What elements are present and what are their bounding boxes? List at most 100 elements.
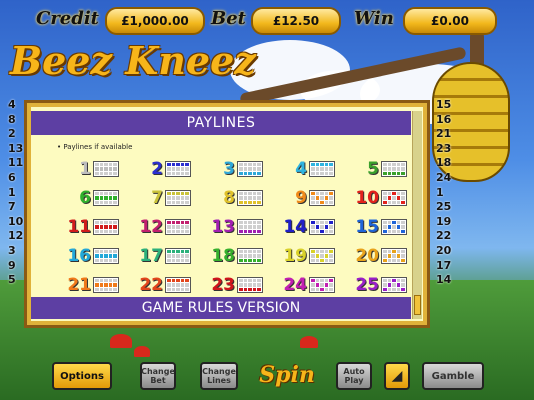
payline-number: 8	[8, 112, 16, 126]
payline-item: 5	[345, 157, 417, 181]
auto-play-button[interactable]: Auto Play	[336, 362, 372, 390]
left-payline-numbers: 4 8 2 13 11 6 1 7 10 12 3 9 5	[8, 98, 23, 288]
bet-value: £12.50	[251, 7, 341, 35]
payline-number: 18	[436, 156, 452, 170]
payline-item: 22	[129, 273, 201, 297]
sound-button[interactable]: ◢	[384, 362, 410, 390]
payline-number: 2	[8, 127, 16, 141]
payline-pattern-icon	[381, 161, 407, 177]
payline-number: 3	[8, 243, 16, 257]
credit-value: £1,000.00	[105, 7, 205, 35]
payline-pattern-icon	[93, 190, 119, 206]
change-bet-label: Change Bet	[141, 367, 175, 385]
speaker-icon: ◢	[391, 368, 403, 384]
payline-number-label: 12	[139, 217, 163, 237]
payline-number-label: 16	[67, 246, 91, 266]
spin-button[interactable]: Spin	[254, 358, 320, 392]
payline-item: 13	[201, 215, 273, 239]
mushroom	[134, 346, 150, 357]
panel-footer: GAME RULES VERSION	[31, 297, 411, 319]
payline-pattern-icon	[165, 161, 191, 177]
scrollbar[interactable]	[412, 111, 422, 319]
payline-number: 7	[8, 200, 16, 214]
payline-number: 13	[8, 141, 24, 155]
payline-number-label: 2	[151, 159, 163, 179]
options-button[interactable]: Options	[52, 362, 112, 390]
payline-number: 1	[8, 185, 16, 199]
change-bet-button[interactable]: Change Bet	[140, 362, 176, 390]
payline-pattern-icon	[237, 248, 263, 264]
payline-number-label: 11	[67, 217, 91, 237]
payline-item: 20	[345, 244, 417, 268]
payline-pattern-icon	[309, 190, 335, 206]
gamble-label: Gamble	[431, 370, 475, 382]
payline-pattern-icon	[381, 190, 407, 206]
payline-number: 11	[8, 156, 24, 170]
payline-item: 1	[57, 157, 129, 181]
payline-number-label: 14	[283, 217, 307, 237]
payline-number-label: 8	[223, 188, 235, 208]
payline-pattern-icon	[309, 219, 335, 235]
payline-number-label: 6	[79, 188, 91, 208]
payline-item: 16	[57, 244, 129, 268]
payline-item: 17	[129, 244, 201, 268]
payline-pattern-icon	[237, 219, 263, 235]
payline-number-label: 23	[211, 275, 235, 295]
payline-number: 16	[436, 112, 452, 126]
gamble-button[interactable]: Gamble	[422, 362, 484, 390]
options-label: Options	[60, 370, 104, 382]
payline-number: 21	[436, 127, 452, 141]
top-bar: Credit £1,000.00 Bet £12.50 Win £0.00	[0, 4, 534, 35]
payline-pattern-icon	[309, 161, 335, 177]
payline-number-label: 10	[355, 188, 379, 208]
payline-pattern-icon	[309, 248, 335, 264]
payline-number: 19	[436, 214, 452, 228]
payline-item: 14	[273, 215, 345, 239]
payline-number: 22	[436, 229, 452, 243]
payline-number: 17	[436, 258, 452, 272]
payline-number-label: 7	[151, 188, 163, 208]
payline-pattern-icon	[309, 277, 335, 293]
spin-label: Spin	[259, 362, 315, 388]
payline-number: 12	[8, 229, 24, 243]
payline-pattern-icon	[237, 190, 263, 206]
payline-pattern-icon	[237, 277, 263, 293]
payline-number-label: 5	[367, 159, 379, 179]
payline-number: 5	[8, 273, 16, 287]
payline-number-label: 18	[211, 246, 235, 266]
payline-item: 18	[201, 244, 273, 268]
payline-item: 11	[57, 215, 129, 239]
payline-number-label: 1	[79, 159, 91, 179]
scrollbar-thumb[interactable]	[414, 295, 421, 315]
payline-number-label: 9	[295, 188, 307, 208]
payline-number-label: 19	[283, 246, 307, 266]
payline-item: 19	[273, 244, 345, 268]
payline-number-label: 24	[283, 275, 307, 295]
change-lines-button[interactable]: Change Lines	[200, 362, 238, 390]
payline-number: 20	[436, 243, 452, 257]
bet-label: Bet	[211, 8, 246, 29]
payline-number: 4	[8, 98, 16, 111]
payline-pattern-icon	[93, 248, 119, 264]
mushroom	[110, 334, 132, 348]
payline-number: 23	[436, 141, 452, 155]
payline-pattern-icon	[165, 219, 191, 235]
change-lines-label: Change Lines	[202, 367, 236, 385]
credit-label: Credit	[36, 8, 99, 29]
payline-pattern-icon	[381, 219, 407, 235]
payline-number-label: 25	[355, 275, 379, 295]
payline-pattern-icon	[93, 219, 119, 235]
payline-number-label: 4	[295, 159, 307, 179]
win-label: Win	[354, 8, 394, 29]
payline-pattern-icon	[165, 190, 191, 206]
payline-item: 7	[129, 186, 201, 210]
right-payline-numbers: 15 16 21 23 18 24 1 25 19 22 20 17 14	[436, 98, 451, 288]
payline-item: 12	[129, 215, 201, 239]
payline-number-label: 20	[355, 246, 379, 266]
payline-number: 9	[8, 258, 16, 272]
payline-number-label: 17	[139, 246, 163, 266]
payline-pattern-icon	[165, 277, 191, 293]
paytable-panel: PAYLINES • Paylines if available 1234567…	[24, 100, 430, 328]
payline-number-label: 21	[67, 275, 91, 295]
paylines-note: • Paylines if available	[57, 143, 133, 151]
